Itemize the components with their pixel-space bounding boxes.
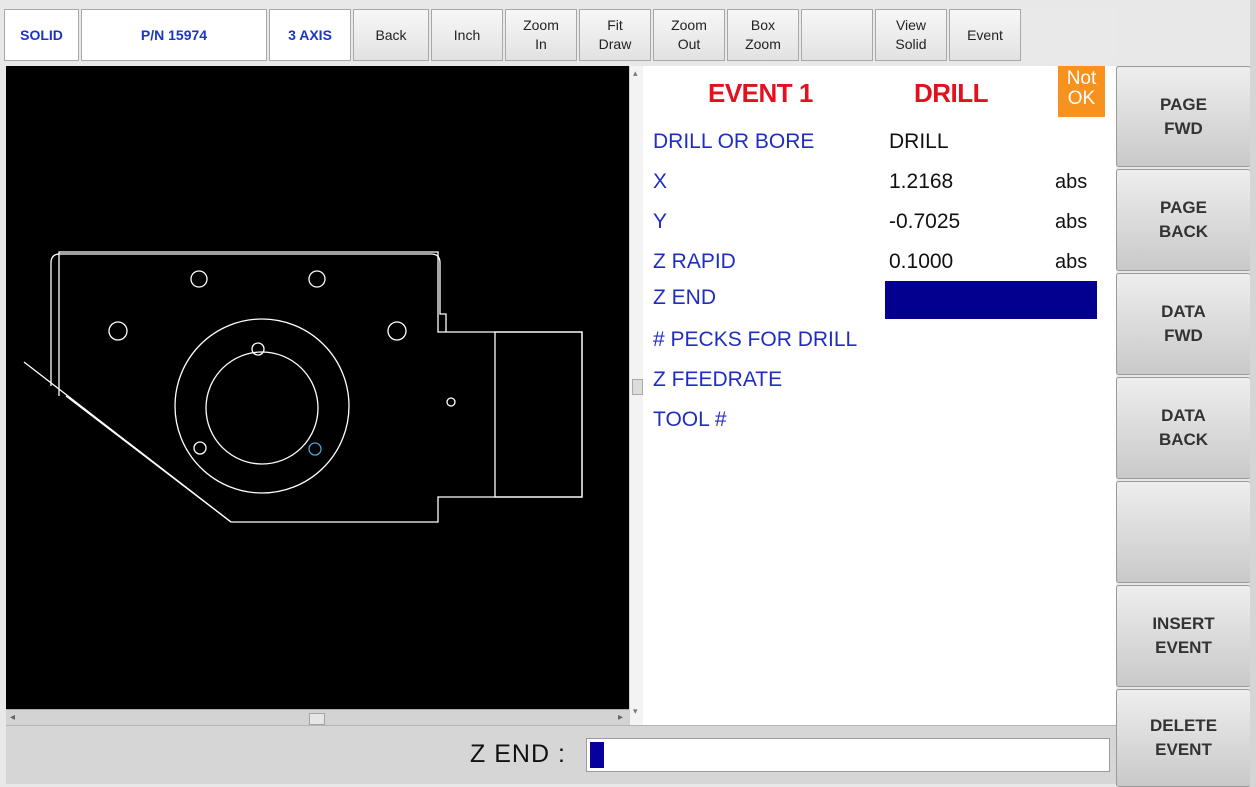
scroll-down-icon[interactable]: ▾	[633, 706, 638, 717]
field-value[interactable]: 0.1000	[889, 250, 953, 274]
selected-hole	[308, 442, 322, 456]
hole	[308, 270, 326, 288]
page-back-button[interactable]: PAGE BACK	[1116, 169, 1251, 271]
window-edge	[1250, 0, 1256, 787]
field-row-y[interactable]: Y -0.7025 abs	[643, 204, 1116, 244]
field-label: Z FEEDRATE	[653, 368, 783, 391]
zoom-in-button[interactable]: Zoom In	[505, 9, 577, 61]
units-button[interactable]: Inch	[431, 9, 503, 61]
field-row-z-feedrate[interactable]: Z FEEDRATE	[643, 362, 1116, 402]
solid-mode-button[interactable]: SOLID	[4, 9, 79, 61]
field-label: DRILL OR BORE	[653, 130, 815, 153]
field-label: TOOL #	[653, 408, 727, 431]
input-caret	[590, 742, 604, 768]
scroll-thumb[interactable]	[309, 713, 325, 725]
field-label: Z RAPID	[653, 250, 736, 273]
toolbar-blank-button[interactable]	[801, 9, 873, 61]
field-unit: abs	[1055, 251, 1088, 273]
blank-side-button[interactable]	[1116, 481, 1251, 583]
hole	[446, 397, 456, 407]
part-outline	[58, 251, 583, 523]
zoom-out-button[interactable]: Zoom Out	[653, 9, 725, 61]
splitter-grip[interactable]	[632, 379, 643, 395]
field-label: Y	[653, 210, 668, 233]
field-label: # PECKS FOR DRILL	[653, 328, 858, 351]
field-value[interactable]: DRILL	[889, 130, 949, 154]
prompt-bar: Z END :	[6, 725, 1116, 784]
field-unit: abs	[1055, 171, 1088, 193]
event-data-panel: EVENT 1 DRILL Not OK DRILL OR BORE DRILL…	[643, 66, 1116, 725]
hole	[251, 342, 265, 356]
hole	[387, 321, 407, 341]
prompt-input[interactable]	[586, 738, 1110, 772]
drawing-viewport[interactable]	[6, 66, 629, 709]
data-fwd-button[interactable]: DATA FWD	[1116, 273, 1251, 375]
event-type: DRILL	[914, 78, 989, 108]
toolbar: SOLID P/N 15974 3 AXIS Back Inch Zoom In…	[4, 6, 1116, 62]
boss-rect	[494, 331, 583, 498]
view-solid-button[interactable]: View Solid	[875, 9, 947, 61]
side-button-panel: PAGE FWD PAGE BACK DATA FWD DATA BACK IN…	[1116, 66, 1256, 787]
status-badge: Not OK	[1058, 66, 1105, 117]
part-drawing	[23, 251, 583, 523]
event-button[interactable]: Event	[949, 9, 1021, 61]
hole	[108, 321, 128, 341]
box-zoom-button[interactable]: Box Zoom	[727, 9, 799, 61]
field-row-x[interactable]: X 1.2168 abs	[643, 164, 1116, 204]
field-row-tool-number[interactable]: TOOL #	[643, 402, 1116, 442]
horizontal-scrollbar[interactable]: ◂ ▸	[6, 709, 629, 726]
scroll-right-icon[interactable]: ▸	[618, 712, 623, 723]
insert-event-button[interactable]: INSERT EVENT	[1116, 585, 1251, 687]
app-window: SOLID P/N 15974 3 AXIS Back Inch Zoom In…	[0, 0, 1256, 787]
page-fwd-button[interactable]: PAGE FWD	[1116, 66, 1251, 167]
part-number-button[interactable]: P/N 15974	[81, 9, 267, 61]
prompt-label: Z END :	[470, 740, 566, 768]
hole	[190, 270, 208, 288]
event-title: EVENT 1	[708, 78, 813, 108]
field-value[interactable]: -0.7025	[889, 210, 960, 234]
field-label: X	[653, 170, 668, 193]
fit-draw-button[interactable]: Fit Draw	[579, 9, 651, 61]
field-row-z-rapid[interactable]: Z RAPID 0.1000 abs	[643, 244, 1116, 284]
axis-mode-button[interactable]: 3 AXIS	[269, 9, 351, 61]
field-unit: abs	[1055, 211, 1088, 233]
bore-inner	[205, 351, 319, 465]
field-row-z-end[interactable]: Z END	[643, 280, 1116, 320]
hole	[193, 441, 207, 455]
field-value[interactable]: 1.2168	[889, 170, 953, 194]
data-back-button[interactable]: DATA BACK	[1116, 377, 1251, 479]
field-row-drill-or-bore[interactable]: DRILL OR BORE DRILL	[643, 124, 1116, 164]
scroll-up-icon[interactable]: ▴	[633, 68, 638, 79]
field-row-pecks-for-drill[interactable]: # PECKS FOR DRILL	[643, 322, 1116, 362]
field-label: Z END	[653, 286, 716, 309]
back-button[interactable]: Back	[353, 9, 429, 61]
scroll-left-icon[interactable]: ◂	[10, 712, 15, 723]
active-field-highlight[interactable]	[885, 281, 1097, 319]
delete-event-button[interactable]: DELETE EVENT	[1116, 689, 1251, 787]
